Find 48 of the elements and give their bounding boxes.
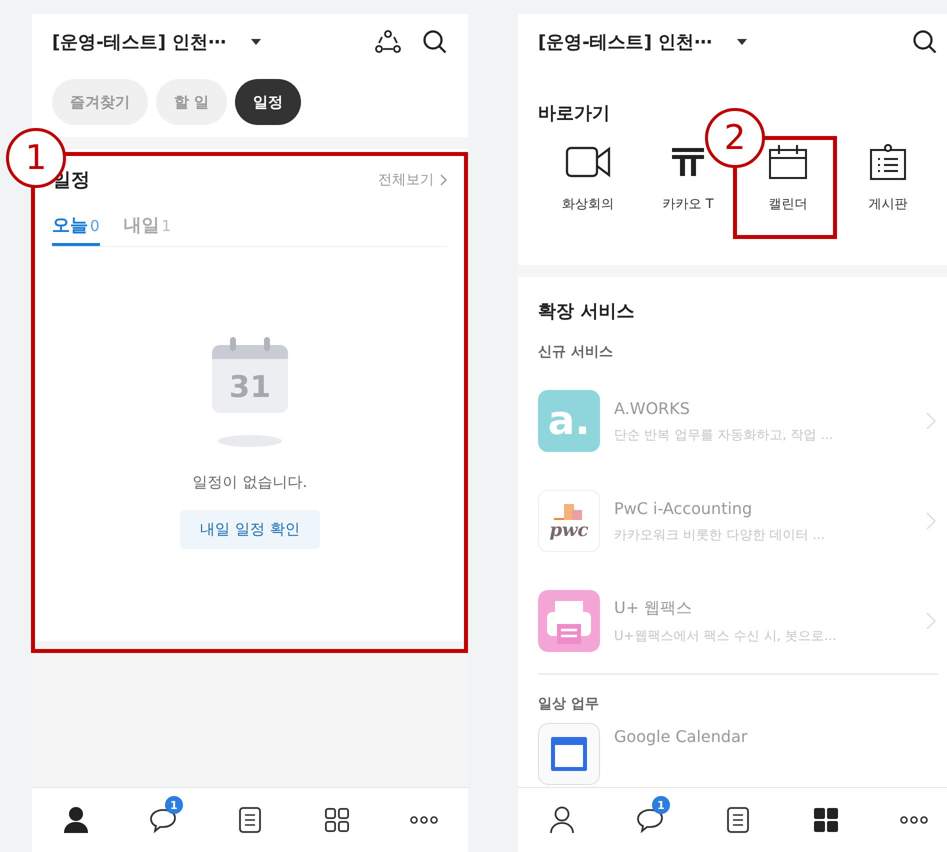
service-name[interactable]: A.WORKS <box>614 398 912 418</box>
tomorrow-schedule-button[interactable]: 내일 일정 확인 <box>180 510 320 549</box>
printer-app-icon <box>538 590 600 652</box>
shortcut-label[interactable]: 화상회의 <box>562 195 614 213</box>
unread-badge: 1 <box>164 796 183 814</box>
dropdown-caret-icon[interactable] <box>250 38 262 46</box>
group-title: 일상 업무 <box>538 695 600 713</box>
day-tab[interactable]: 오늘 0 <box>52 213 100 246</box>
unread-badge: 1 <box>652 796 670 814</box>
document-icon[interactable] <box>239 807 261 833</box>
section-title: 확장 서비스 <box>538 300 636 323</box>
search-icon[interactable] <box>912 29 938 55</box>
shortcut-label[interactable]: 카카오 T <box>662 195 714 213</box>
section-title: 바로가기 <box>538 102 611 125</box>
view-all-link[interactable]: 전체보기 <box>378 171 448 189</box>
app-logo-icon: a. <box>538 390 600 452</box>
service-description: 단순 반복 업무를 자동화하고, 작업 ... <box>614 426 834 444</box>
filter-chip[interactable]: 할 일 <box>156 79 228 125</box>
person-icon[interactable] <box>549 806 575 834</box>
day-tab[interactable]: 내일 1 <box>124 213 172 246</box>
clipboard-list-icon[interactable] <box>869 143 907 181</box>
chevron-right-icon[interactable] <box>440 174 448 186</box>
app-logo-icon: pwc <box>538 490 600 552</box>
calendar-icon[interactable] <box>768 143 808 181</box>
filter-chip[interactable]: 즐겨찾기 <box>52 79 148 125</box>
grid-icon[interactable] <box>324 807 350 833</box>
service-description: U+웹팩스에서 팩스 수신 시, 봇으로... <box>614 628 838 644</box>
grid-icon[interactable] <box>813 807 839 833</box>
dropdown-caret-icon[interactable] <box>736 38 748 46</box>
empty-message: 일정이 없습니다. <box>192 473 308 492</box>
calendar-illustration: 31 <box>210 337 290 449</box>
more-icon[interactable] <box>899 815 929 825</box>
person-icon[interactable] <box>62 806 89 834</box>
workspace-title[interactable]: [운영-테스트] 인천⋯ <box>52 30 226 54</box>
service-description: 카카오워크 비롯한 다양한 데이터 ... <box>614 526 826 544</box>
group-title: 신규 서비스 <box>538 343 614 361</box>
service-name[interactable]: PwC i-Accounting <box>614 498 912 518</box>
calendar-app-icon <box>538 723 600 785</box>
document-icon[interactable] <box>727 807 749 833</box>
shortcut-label[interactable]: 캘린더 <box>768 195 808 213</box>
search-icon[interactable] <box>422 29 448 55</box>
shortcut-label[interactable]: 게시판 <box>868 195 908 213</box>
service-name[interactable]: Google Calendar <box>614 727 938 746</box>
service-name[interactable]: U+ 웹팩스 <box>614 598 912 618</box>
filter-chip[interactable]: 일정 <box>235 79 302 125</box>
more-icon[interactable] <box>409 815 440 825</box>
workspace-title[interactable]: [운영-테스트] 인천⋯ <box>538 30 712 54</box>
people-icon[interactable] <box>374 28 402 56</box>
